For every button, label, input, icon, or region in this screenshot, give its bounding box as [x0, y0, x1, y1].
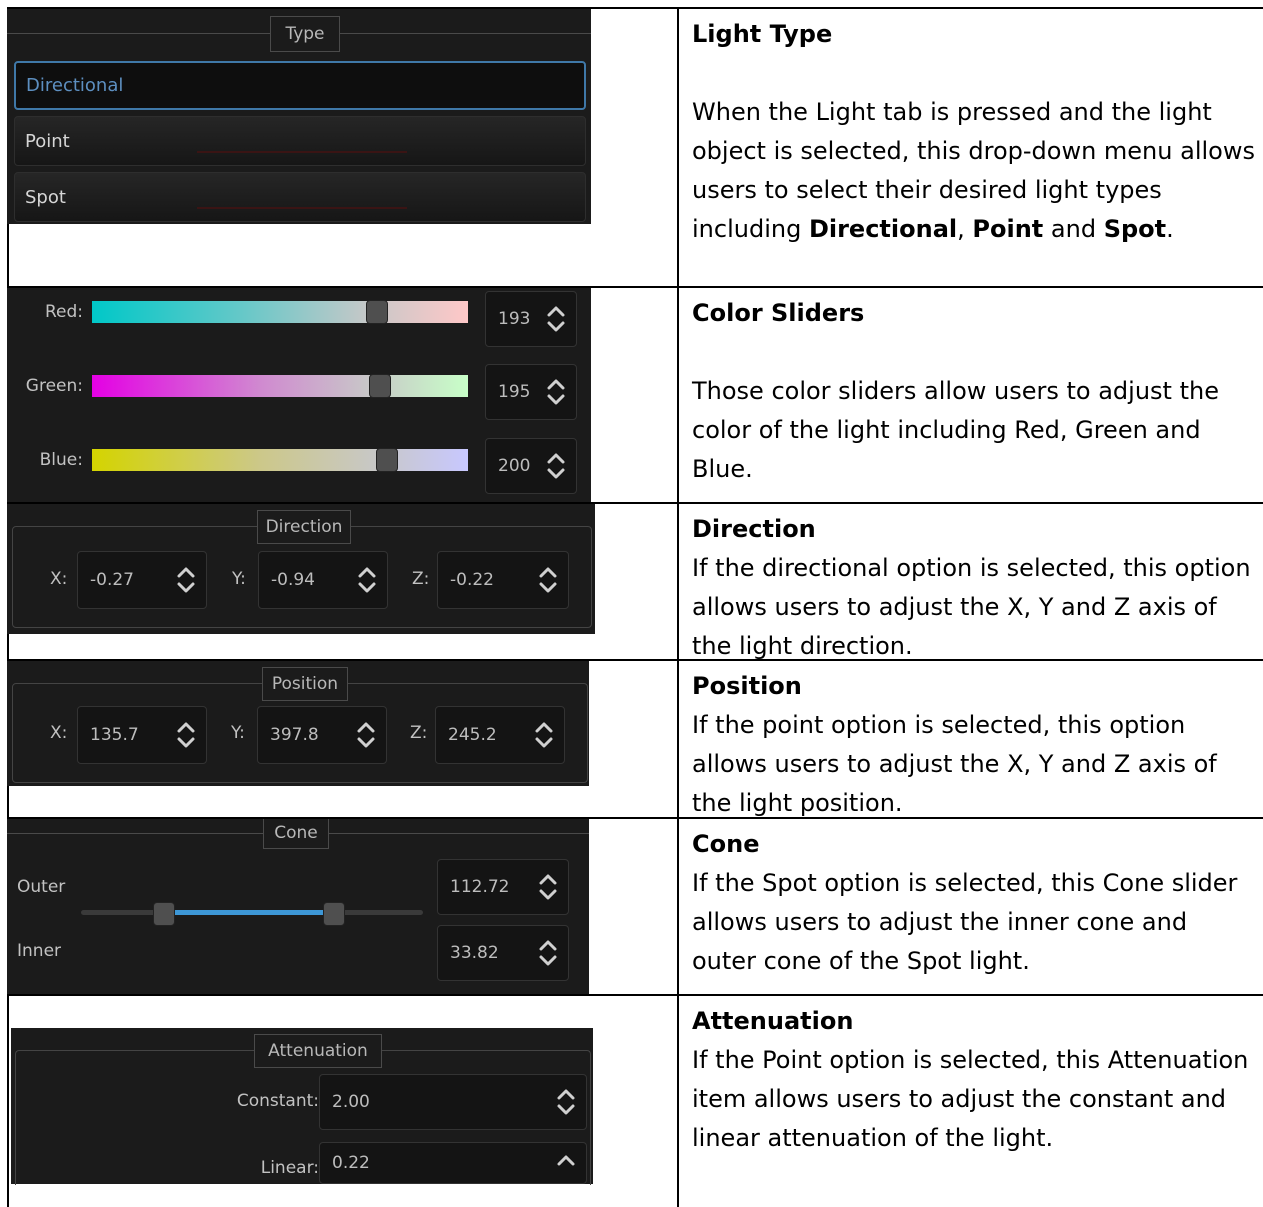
- row-light-type: Type Directional Point Spot Light Type W…: [7, 7, 1263, 286]
- updown-arrows-icon[interactable]: [544, 377, 568, 407]
- green-slider-thumb[interactable]: [368, 374, 391, 398]
- direction-y-label: Y:: [232, 569, 246, 589]
- direction-group-title: Direction: [257, 510, 351, 544]
- cone-outer-thumb[interactable]: [323, 902, 345, 926]
- red-slider[interactable]: [92, 301, 468, 323]
- spot-option[interactable]: Spot: [14, 172, 586, 222]
- cone-outer-spinbox[interactable]: 112.72: [437, 859, 569, 915]
- green-slider[interactable]: [92, 375, 468, 397]
- light-type-heading: Light Type: [692, 20, 833, 48]
- updown-arrows-icon[interactable]: [532, 720, 556, 750]
- direction-x-label: X:: [50, 569, 68, 589]
- attenuation-text: If the Point option is selected, this At…: [692, 1046, 1249, 1152]
- color-sliders-description: Color Sliders Those color sliders allow …: [692, 294, 1258, 489]
- direction-x-spinbox[interactable]: -0.27: [77, 551, 207, 609]
- updown-arrows-icon[interactable]: [354, 720, 378, 750]
- updown-arrows-icon[interactable]: [544, 451, 568, 481]
- red-spinbox[interactable]: 193: [485, 291, 577, 347]
- updown-arrows-icon[interactable]: [536, 872, 560, 902]
- updown-arrows-icon[interactable]: [355, 565, 379, 595]
- row-color-sliders: Red: 193 Green: 195 Blue: 200 Color Slid…: [7, 286, 1263, 502]
- updown-arrows-icon[interactable]: [174, 720, 198, 750]
- updown-arrows-icon[interactable]: [536, 565, 560, 595]
- cone-text: If the Spot option is selected, this Con…: [692, 869, 1238, 975]
- position-x-spinbox[interactable]: 135.7: [77, 706, 207, 764]
- row-attenuation: Attenuation Constant: 2.00 Linear: 0.22 …: [7, 994, 1263, 1207]
- linear-spinbox[interactable]: 0.22: [319, 1142, 587, 1184]
- blue-label: Blue:: [39, 450, 83, 470]
- blue-spinbox[interactable]: 200: [485, 438, 577, 494]
- direction-heading: Direction: [692, 515, 816, 543]
- direction-z-spinbox[interactable]: -0.22: [437, 551, 569, 609]
- direction-panel: Direction X: -0.27 Y: -0.94 Z: -0.22: [7, 504, 595, 634]
- color-panel: Red: 193 Green: 195 Blue: 200: [7, 288, 591, 502]
- cone-inner-spinbox[interactable]: 33.82: [437, 925, 569, 981]
- position-group-title: Position: [262, 667, 348, 701]
- row-position: Position X: 135.7 Y: 397.8 Z: 245.2 Posi…: [7, 659, 1263, 817]
- green-spinbox[interactable]: 195: [485, 364, 577, 420]
- direction-z-label: Z:: [412, 569, 430, 589]
- attenuation-panel: Attenuation Constant: 2.00 Linear: 0.22: [11, 1028, 593, 1185]
- position-z-label: Z:: [410, 723, 428, 743]
- position-y-spinbox[interactable]: 397.8: [257, 706, 387, 764]
- updown-arrows-icon[interactable]: [544, 304, 568, 334]
- blue-slider-thumb[interactable]: [375, 448, 398, 472]
- position-x-label: X:: [50, 723, 68, 743]
- constant-label: Constant:: [236, 1091, 319, 1111]
- document-table: Type Directional Point Spot Light Type W…: [7, 7, 1263, 1207]
- inner-label: Inner: [17, 941, 62, 961]
- direction-description: Direction If the directional option is s…: [692, 510, 1258, 666]
- red-label: Red:: [44, 302, 83, 322]
- position-text: If the point option is selected, this op…: [692, 711, 1217, 817]
- attenuation-group-title: Attenuation: [254, 1034, 382, 1068]
- light-type-description: Light Type When the Light tab is pressed…: [692, 15, 1258, 249]
- constant-spinbox[interactable]: 2.00: [319, 1074, 587, 1130]
- color-sliders-heading: Color Sliders: [692, 299, 865, 327]
- outer-label: Outer: [17, 877, 66, 897]
- red-slider-thumb[interactable]: [365, 300, 388, 324]
- row-direction: Direction X: -0.27 Y: -0.94 Z: -0.22 Dir…: [7, 502, 1263, 660]
- color-sliders-text: Those color sliders allow users to adjus…: [692, 377, 1219, 483]
- green-label: Green:: [25, 376, 83, 396]
- updown-arrows-icon[interactable]: [536, 938, 560, 968]
- blue-slider[interactable]: [92, 449, 468, 471]
- point-option[interactable]: Point: [14, 116, 586, 166]
- position-heading: Position: [692, 672, 802, 700]
- cone-slider-range: [167, 910, 337, 915]
- cone-inner-thumb[interactable]: [153, 902, 175, 926]
- attenuation-description: Attenuation If the Point option is selec…: [692, 1002, 1258, 1158]
- cone-group-title: Cone: [263, 819, 329, 849]
- linear-label: Linear:: [260, 1158, 319, 1178]
- cone-description: Cone If the Spot option is selected, thi…: [692, 825, 1258, 981]
- updown-arrows-icon[interactable]: [554, 1087, 578, 1117]
- light-type-text: When the Light tab is pressed and the li…: [692, 98, 1255, 243]
- position-y-label: Y:: [231, 723, 245, 743]
- position-panel: Position X: 135.7 Y: 397.8 Z: 245.2: [7, 661, 589, 786]
- type-panel: Type Directional Point Spot: [7, 9, 591, 224]
- position-z-spinbox[interactable]: 245.2: [435, 706, 565, 764]
- cone-heading: Cone: [692, 830, 760, 858]
- type-group-title: Type: [270, 16, 340, 52]
- attenuation-heading: Attenuation: [692, 1007, 854, 1035]
- row-cone: Cone Outer Inner 112.72 33.82 Cone If th…: [7, 817, 1263, 994]
- directional-option[interactable]: Directional: [14, 61, 586, 110]
- direction-text: If the directional option is selected, t…: [692, 554, 1251, 660]
- cone-panel: Cone Outer Inner 112.72 33.82: [7, 819, 589, 994]
- direction-y-spinbox[interactable]: -0.94: [258, 551, 388, 609]
- updown-arrows-icon[interactable]: [174, 565, 198, 595]
- up-arrow-icon[interactable]: [554, 1153, 578, 1173]
- position-description: Position If the point option is selected…: [692, 667, 1258, 823]
